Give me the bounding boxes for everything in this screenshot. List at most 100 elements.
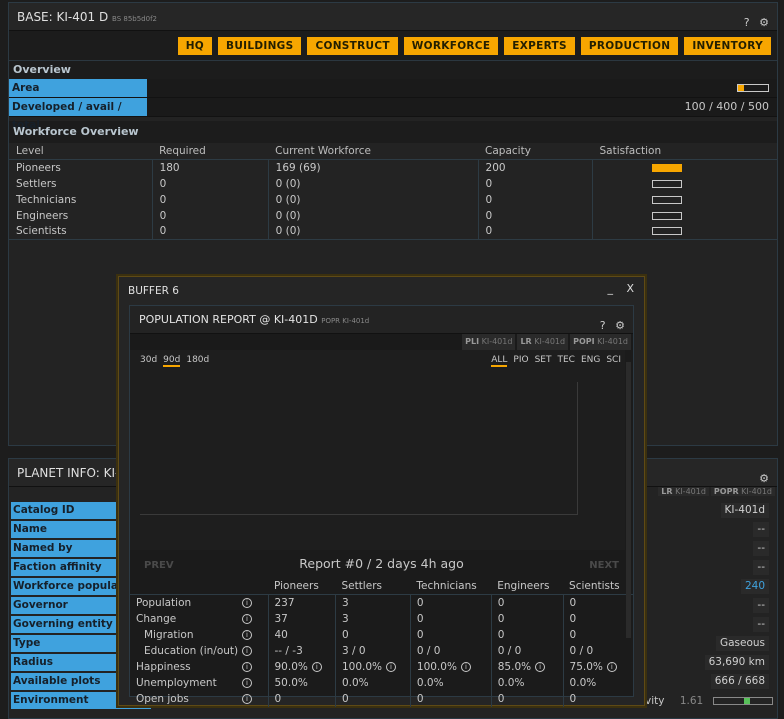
table-row: Education (in/out) i -- / -3 3 / 0 0 / 0 0 / … <box>130 642 633 659</box>
info-icon[interactable]: i <box>606 661 617 672</box>
workforce-current: 0 (0) <box>268 223 479 240</box>
cell-value: -- / -3 <box>274 644 303 657</box>
workforce-level: Pioneers <box>9 159 153 176</box>
nav-button-buildings[interactable]: BUILDINGS <box>218 37 302 55</box>
population-cell: 0 <box>491 594 564 611</box>
chart-x-axis <box>140 514 578 515</box>
help-icon[interactable]: ? <box>744 16 750 29</box>
filter-set[interactable]: SET <box>535 355 552 365</box>
report-tag[interactable]: LR KI-401d <box>517 334 569 350</box>
row-label: Open jobs <box>136 692 189 705</box>
row-label: Unemployment <box>136 676 217 689</box>
nav-button-construct[interactable]: CONSTRUCT <box>307 37 398 55</box>
info-icon[interactable]: i <box>386 661 396 672</box>
base-title: BASE: KI-401 D <box>17 10 109 24</box>
range-30d[interactable]: 30d <box>140 355 157 365</box>
row-label-cell: Change i <box>130 610 269 627</box>
population-cell: 0 <box>410 690 492 707</box>
cell-value: 0 <box>341 692 349 705</box>
gear-icon[interactable]: ⚙ <box>759 472 769 485</box>
nav-button-production[interactable]: PRODUCTION <box>580 37 679 55</box>
base-title-bar: BASE: KI-401 D BS 85b5d0f2 ? ⚙ <box>9 3 777 31</box>
nav-button-inventory[interactable]: INVENTORY <box>684 37 771 55</box>
nav-button-hq[interactable]: HQ <box>177 37 213 55</box>
population-cell: -- / -3 <box>268 642 336 659</box>
cell-value: 0 <box>569 612 577 625</box>
population-header: Pioneers <box>268 578 336 595</box>
cell-value: 0 <box>497 596 505 609</box>
minimize-icon[interactable]: _ <box>607 282 613 295</box>
info-icon[interactable]: i <box>242 677 252 688</box>
info-icon[interactable]: i <box>242 598 252 608</box>
report-tag[interactable]: PLI KI-401d <box>462 334 516 350</box>
report-nav: PREV Report #0 / 2 days 4h ago NEXT <box>130 550 633 578</box>
workforce-required: 180 <box>152 159 269 176</box>
planet-tag[interactable]: LR KI-401d <box>658 487 709 496</box>
gear-icon[interactable]: ⚙ <box>615 319 625 332</box>
info-icon[interactable]: i <box>242 661 252 672</box>
population-header <box>130 578 268 595</box>
gear-icon[interactable]: ⚙ <box>759 16 769 29</box>
range-180d[interactable]: 180d <box>186 355 209 365</box>
planet-value: -- <box>753 541 769 556</box>
row-label-cell: Happiness i <box>130 658 269 675</box>
nav-button-experts[interactable]: EXPERTS <box>504 37 575 55</box>
filter-all[interactable]: ALL <box>491 355 508 367</box>
filter-eng[interactable]: ENG <box>581 355 600 365</box>
tag-code: LR <box>661 487 673 496</box>
range-90d[interactable]: 90d <box>163 355 181 367</box>
planet-tag[interactable]: POPR KI-401d <box>710 487 775 496</box>
close-icon[interactable]: X <box>626 282 634 295</box>
gravity-label: vity <box>645 695 665 707</box>
report-title: POPULATION REPORT @ KI-401D <box>139 313 318 326</box>
info-icon[interactable]: i <box>242 645 252 656</box>
population-cell: 0.0% <box>410 674 492 691</box>
cell-value: 237 <box>274 596 295 609</box>
row-label: Migration <box>144 628 194 641</box>
table-row: Technicians 0 0 (0) 0 <box>9 191 778 208</box>
info-icon[interactable]: i <box>535 661 546 672</box>
population-cell: 37 <box>268 610 336 627</box>
workforce-satisfaction <box>593 192 778 208</box>
next-button[interactable]: NEXT <box>589 560 619 571</box>
population-cell: 0 <box>491 690 564 707</box>
planet-tag-bar: LR KI-401d POPR KI-401d <box>656 487 775 496</box>
population-header: Engineers <box>491 578 564 595</box>
help-icon[interactable]: ? <box>600 319 606 332</box>
workforce-required: 0 <box>152 207 269 224</box>
buffer-window: BUFFER 6 _ X POPULATION REPORT @ KI-401D… <box>118 276 645 707</box>
population-header: Settlers <box>335 578 411 595</box>
workforce-required: 0 <box>152 191 269 208</box>
planet-value: -- <box>753 617 769 632</box>
info-icon[interactable]: i <box>460 661 471 672</box>
population-cell: 0 <box>268 690 336 707</box>
population-cell: 0 <box>563 691 633 707</box>
info-icon[interactable]: i <box>242 613 252 624</box>
cell-value: 0 <box>416 612 424 625</box>
population-cell: 0 <box>563 611 633 627</box>
cell-value: 40 <box>274 628 288 641</box>
population-cell: 0 <box>563 595 633 611</box>
population-cell: 50.0% <box>268 674 336 691</box>
info-icon[interactable]: i <box>311 661 322 672</box>
report-scrollbar[interactable] <box>626 362 631 638</box>
nav-button-workforce[interactable]: WORKFORCE <box>403 37 499 55</box>
buffer-title[interactable]: BUFFER 6 <box>119 277 644 305</box>
workforce-header: Capacity <box>478 143 593 160</box>
workforce-current: 0 (0) <box>268 175 479 192</box>
population-cell: 0 / 0 <box>410 642 492 659</box>
population-cell: 0.0% <box>563 675 633 691</box>
workforce-level: Settlers <box>9 175 153 192</box>
report-label: Report #0 / 2 days 4h ago <box>299 556 464 571</box>
population-cell: 0 <box>491 626 564 643</box>
info-icon[interactable]: i <box>242 629 252 640</box>
base-subtitle: BS 85b5d0f2 <box>112 15 157 23</box>
tag-value: KI-401d <box>738 487 772 496</box>
filter-selector: ALL PIO SET TEC ENG SCI <box>485 355 621 367</box>
filter-tec[interactable]: TEC <box>557 355 574 365</box>
filter-sci[interactable]: SCI <box>606 355 621 365</box>
table-row: Open jobs i 0 0 0 0 0 <box>130 690 633 707</box>
info-icon[interactable]: i <box>242 693 252 704</box>
cell-value: 0 <box>497 628 505 641</box>
filter-pio[interactable]: PIO <box>513 355 528 365</box>
